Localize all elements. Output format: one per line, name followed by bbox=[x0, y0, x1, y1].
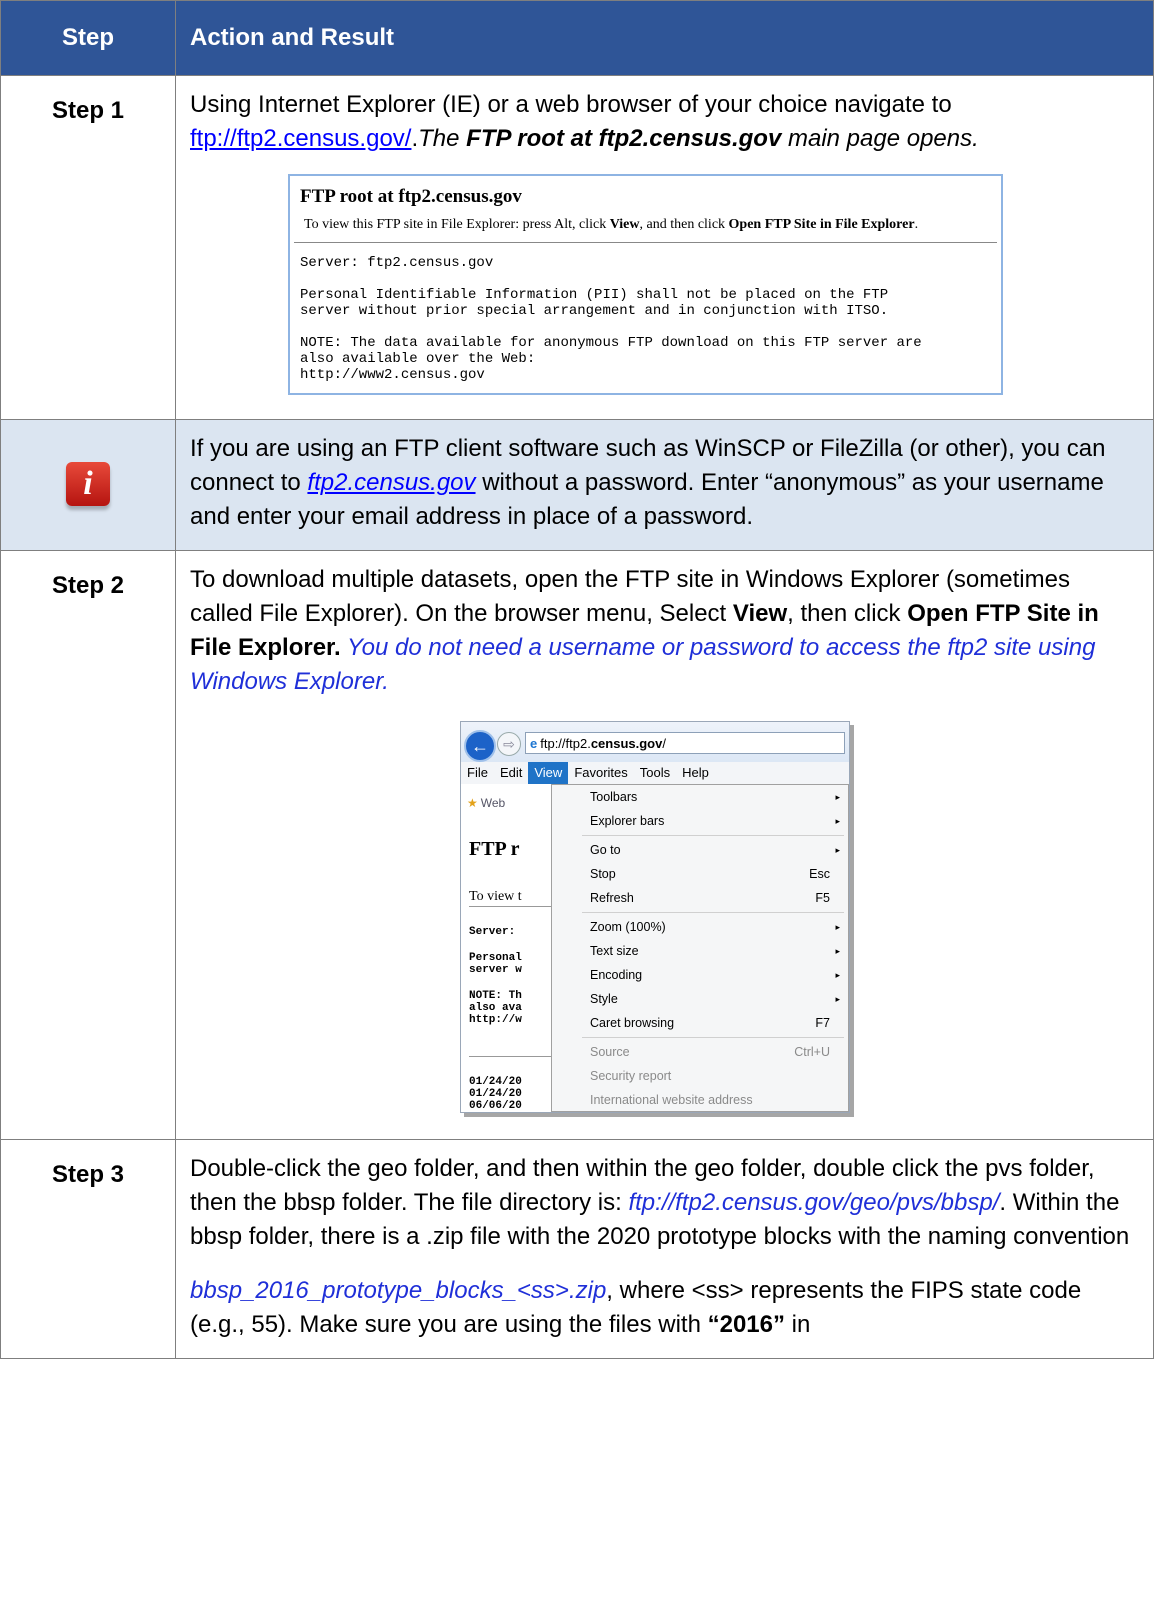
ie-toolbar: ← ⇨ e ftp://ftp2.census.gov/ bbox=[461, 722, 849, 762]
address-bar[interactable]: e ftp://ftp2.census.gov/ bbox=[525, 732, 845, 754]
menu-item-toolbars[interactable]: Toolbars ▸ bbox=[552, 785, 848, 809]
menu-item-international-website-address[interactable]: International website address bbox=[552, 1088, 848, 1112]
step1-action: Using Internet Explorer (IE) or a web br… bbox=[175, 75, 1154, 420]
menu-item-go-to[interactable]: Go to ▸ bbox=[552, 838, 848, 862]
ftp-root-screenshot: FTP root at ftp2.census.gov To view this… bbox=[288, 174, 1003, 395]
menu-item-label: Zoom (100%) bbox=[590, 920, 666, 934]
menu-separator bbox=[582, 835, 844, 836]
ftp-root-server: Server: ftp2.census.gov bbox=[300, 255, 494, 271]
menu-item-style[interactable]: Style ▸ bbox=[552, 987, 848, 1011]
menu-item-label: Explorer bars bbox=[590, 814, 665, 828]
menu-item-label: Text size bbox=[590, 944, 639, 958]
submenu-arrow-icon: ▸ bbox=[835, 994, 840, 1004]
menu-item-label: Refresh bbox=[590, 891, 634, 905]
menu-item-shortcut: F5 bbox=[815, 891, 830, 905]
menu-item-zoom-100[interactable]: Zoom (100%) ▸ bbox=[552, 915, 848, 939]
header-step: Step bbox=[0, 0, 176, 76]
menu-item-source[interactable]: Source Ctrl+U bbox=[552, 1040, 848, 1064]
step2-row: Step 2 To download multiple datasets, op… bbox=[0, 550, 1154, 1140]
note-text: If you are using an FTP client software … bbox=[175, 419, 1154, 551]
menu-item-caret-browsing[interactable]: Caret browsing F7 bbox=[552, 1011, 848, 1035]
ftp2-link[interactable]: ftp2.census.gov bbox=[307, 469, 475, 496]
step2-action: To download multiple datasets, open the … bbox=[175, 550, 1154, 1140]
menu-separator bbox=[582, 912, 844, 913]
menu-item-refresh[interactable]: Refresh F5 bbox=[552, 886, 848, 910]
menu-item-stop[interactable]: Stop Esc bbox=[552, 862, 848, 886]
step3-action: Double-click the geo folder, and then wi… bbox=[175, 1139, 1154, 1359]
menu-file[interactable]: File bbox=[461, 762, 494, 784]
bbsp-filename: bbsp_2016_prototype_blocks_<ss>.zip bbox=[190, 1277, 607, 1304]
view-menu: Toolbars ▸ Explorer bars ▸ Go to ▸ Stop Esc Refr… bbox=[551, 784, 849, 1112]
menu-item-label: International website address bbox=[590, 1093, 753, 1107]
menu-item-label: Style bbox=[590, 992, 618, 1006]
menu-view[interactable]: View bbox=[528, 762, 569, 784]
menu-item-label: Security report bbox=[590, 1069, 672, 1083]
menu-edit[interactable]: Edit bbox=[494, 762, 528, 784]
header-action: Action and Result bbox=[175, 0, 1154, 76]
step1-bold-italic: FTP root at ftp2.census.gov bbox=[466, 125, 782, 152]
table-header-row: Step Action and Result bbox=[0, 0, 1154, 76]
note-icon-cell: i bbox=[0, 419, 176, 551]
bbsp-path: ftp://ftp2.census.gov/geo/pvs/bbsp/ bbox=[628, 1189, 1000, 1216]
ie-menu-screenshot: ← ⇨ e ftp://ftp2.census.gov/ File Edit View… bbox=[460, 721, 850, 1113]
ie-logo-icon: e bbox=[530, 736, 538, 751]
menu-item-label: Source bbox=[590, 1045, 630, 1059]
menu-favorites[interactable]: Favorites bbox=[568, 762, 633, 784]
menu-item-security-report[interactable]: Security report bbox=[552, 1064, 848, 1088]
ie-page-content: FTP r To view t Server: Personal server … bbox=[461, 806, 551, 1112]
menu-item-label: Stop bbox=[590, 867, 616, 881]
step2-label: Step 2 bbox=[0, 550, 176, 1140]
ftp-root-title: FTP root at ftp2.census.gov bbox=[300, 186, 522, 207]
submenu-arrow-icon: ▸ bbox=[835, 922, 840, 932]
menu-item-shortcut: F7 bbox=[815, 1016, 830, 1030]
menu-item-text-size[interactable]: Text size ▸ bbox=[552, 939, 848, 963]
menu-item-label: Caret browsing bbox=[590, 1016, 675, 1030]
ftp-root-pii: Personal Identifiable Information (PII) … bbox=[300, 287, 889, 319]
instruction-table: Step Action and Result Step 1 Using Inte… bbox=[0, 0, 1154, 1359]
menu-help[interactable]: Help bbox=[676, 762, 715, 784]
ftp-root-instructions: To view this FTP site in File Explorer: … bbox=[294, 214, 997, 243]
submenu-arrow-icon: ▸ bbox=[835, 845, 840, 855]
submenu-arrow-icon: ▸ bbox=[835, 946, 840, 956]
forward-arrow-icon[interactable]: ⇨ bbox=[497, 732, 521, 756]
step3-row: Step 3 Double-click the geo folder, and … bbox=[0, 1139, 1154, 1359]
menu-item-encoding[interactable]: Encoding ▸ bbox=[552, 963, 848, 987]
menu-item-shortcut: Esc bbox=[809, 867, 830, 881]
step1-label: Step 1 bbox=[0, 75, 176, 420]
back-arrow-icon[interactable]: ← bbox=[464, 730, 496, 762]
step1-text3: The bbox=[418, 125, 467, 152]
menu-item-label: Go to bbox=[590, 843, 621, 857]
menu-item-label: Encoding bbox=[590, 968, 643, 982]
ftp-root-note: NOTE: The data available for anonymous F… bbox=[300, 335, 922, 383]
step2-bold-view: View bbox=[732, 600, 788, 627]
menu-item-explorer-bars[interactable]: Explorer bars ▸ bbox=[552, 809, 848, 833]
submenu-arrow-icon: ▸ bbox=[835, 816, 840, 826]
menu-tools[interactable]: Tools bbox=[634, 762, 676, 784]
menu-separator bbox=[582, 1037, 844, 1038]
ie-menubar: File Edit View Favorites Tools Help bbox=[461, 762, 849, 784]
submenu-arrow-icon: ▸ bbox=[835, 792, 840, 802]
submenu-arrow-icon: ▸ bbox=[835, 970, 840, 980]
info-icon: i bbox=[66, 462, 110, 506]
menu-item-label: Toolbars bbox=[590, 790, 638, 804]
step1-text1: Using Internet Explorer (IE) or a web br… bbox=[190, 91, 952, 118]
ftp-link[interactable]: ftp://ftp2.census.gov/ bbox=[190, 125, 411, 152]
menu-item-shortcut: Ctrl+U bbox=[794, 1045, 830, 1059]
step3-label: Step 3 bbox=[0, 1139, 176, 1359]
step1-text4: main page opens. bbox=[781, 125, 979, 152]
step1-row: Step 1 Using Internet Explorer (IE) or a… bbox=[0, 75, 1154, 420]
note-row: i If you are using an FTP client softwar… bbox=[0, 419, 1154, 551]
